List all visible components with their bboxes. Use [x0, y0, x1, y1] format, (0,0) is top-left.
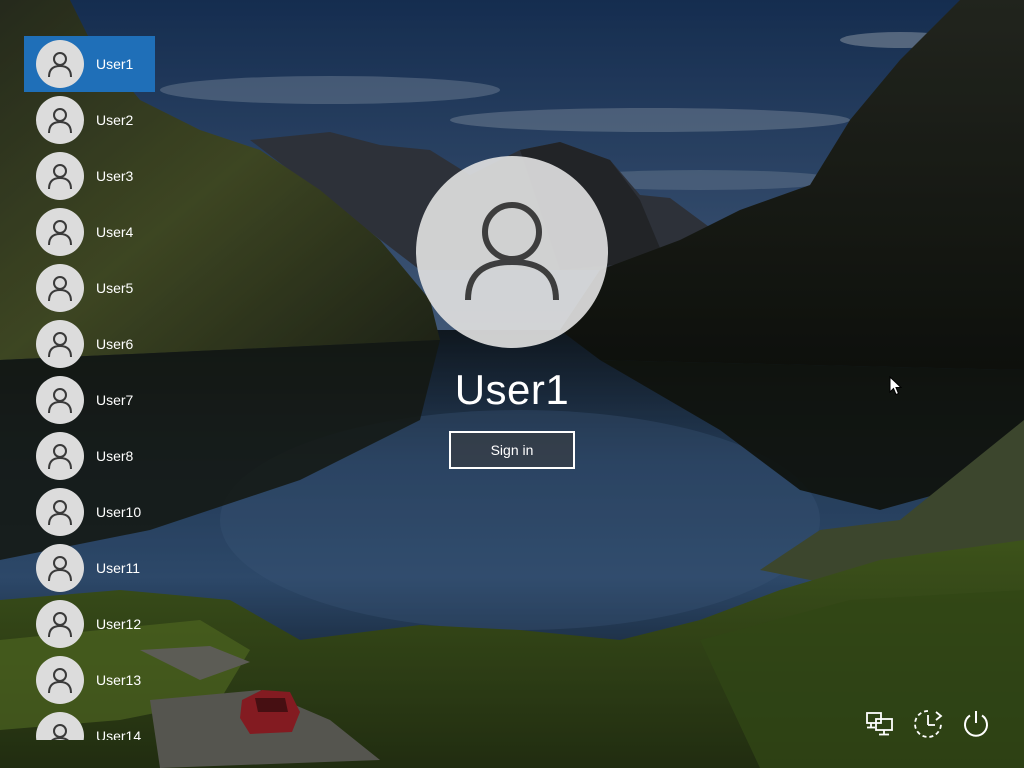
- user-item-user2[interactable]: User2: [24, 92, 155, 148]
- selected-user-name: User1: [454, 366, 570, 413]
- user-name-label: User6: [96, 336, 134, 352]
- user-item-user7[interactable]: User7: [24, 372, 155, 428]
- user-avatar-icon: [36, 96, 84, 144]
- user-avatar-icon: [36, 376, 84, 424]
- user-avatar-icon: [36, 264, 84, 312]
- user-name-label: User10: [96, 504, 142, 520]
- user-avatar-icon: [36, 152, 84, 200]
- sign-in-label: Sign in: [490, 442, 534, 458]
- user-item-user13[interactable]: User13: [24, 652, 155, 708]
- sign-in-button[interactable]: Sign in: [449, 431, 575, 469]
- lock-screen: User1 User2 User3 User4 User5 User6 User…: [0, 0, 1024, 768]
- mouse-pointer-icon: [889, 376, 903, 396]
- user-item-user8[interactable]: User8: [24, 428, 155, 484]
- user-avatar-icon: [36, 656, 84, 704]
- network-icon: [866, 712, 893, 736]
- user-item-user14[interactable]: User14: [24, 708, 155, 740]
- user-item-user12[interactable]: User12: [24, 596, 155, 652]
- user-item-user6[interactable]: User6: [24, 316, 155, 372]
- selected-user-avatar-icon: [416, 156, 608, 348]
- user-list: User1 User2 User3 User4 User5 User6 User…: [24, 36, 155, 740]
- user-item-user5[interactable]: User5: [24, 260, 155, 316]
- user-avatar-icon: [36, 40, 84, 88]
- user-name-label: User7: [96, 392, 134, 408]
- ease-of-access-icon: [914, 710, 943, 738]
- user-item-user11[interactable]: User11: [24, 540, 155, 596]
- user-avatar-icon: [36, 208, 84, 256]
- user-avatar-icon: [36, 544, 84, 592]
- user-item-user4[interactable]: User4: [24, 204, 155, 260]
- user-name-label: User8: [96, 448, 134, 464]
- user-item-user3[interactable]: User3: [24, 148, 155, 204]
- user-name-label: User5: [96, 280, 134, 296]
- user-name-label: User2: [96, 112, 134, 128]
- user-item-user10[interactable]: User10: [24, 484, 155, 540]
- user-name-label: User3: [96, 168, 134, 184]
- user-name-label: User13: [96, 672, 142, 688]
- user-name-label: User4: [96, 224, 134, 240]
- user-name-label: User14: [96, 728, 142, 740]
- user-item-user1[interactable]: User1: [24, 36, 155, 92]
- user-name-label: User11: [96, 560, 141, 576]
- user-avatar-icon: [36, 320, 84, 368]
- user-avatar-icon: [36, 600, 84, 648]
- power-icon: [964, 711, 988, 737]
- power-button[interactable]: [956, 704, 996, 744]
- ease-of-access-button[interactable]: [908, 704, 948, 744]
- network-button[interactable]: [860, 704, 900, 744]
- user-name-label: User1: [96, 56, 134, 72]
- user-name-label: User12: [96, 616, 142, 632]
- user-avatar-icon: [36, 488, 84, 536]
- user-avatar-icon: [36, 432, 84, 480]
- user-avatar-icon: [36, 712, 84, 740]
